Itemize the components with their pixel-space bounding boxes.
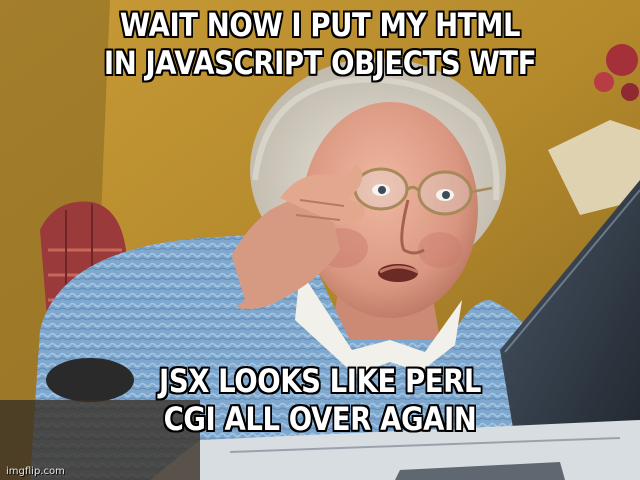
bottom-caption: JSX LOOKS LIKE PERL CGI ALL OVER AGAIN [45, 361, 595, 439]
bottom-caption-line: JSX LOOKS LIKE PERL [158, 361, 482, 401]
top-caption-line: WAIT NOW I PUT MY HTML [119, 5, 521, 45]
top-caption: WAIT NOW I PUT MY HTML IN JAVASCRIPT OBJ… [45, 5, 595, 83]
top-caption-line: IN JAVASCRIPT OBJECTS WTF [103, 43, 537, 83]
watermark-text: imgflip.com [6, 466, 65, 477]
meme-image: WAIT NOW I PUT MY HTML IN JAVASCRIPT OBJ… [0, 0, 640, 480]
bottom-caption-line: CGI ALL OVER AGAIN [163, 399, 478, 439]
